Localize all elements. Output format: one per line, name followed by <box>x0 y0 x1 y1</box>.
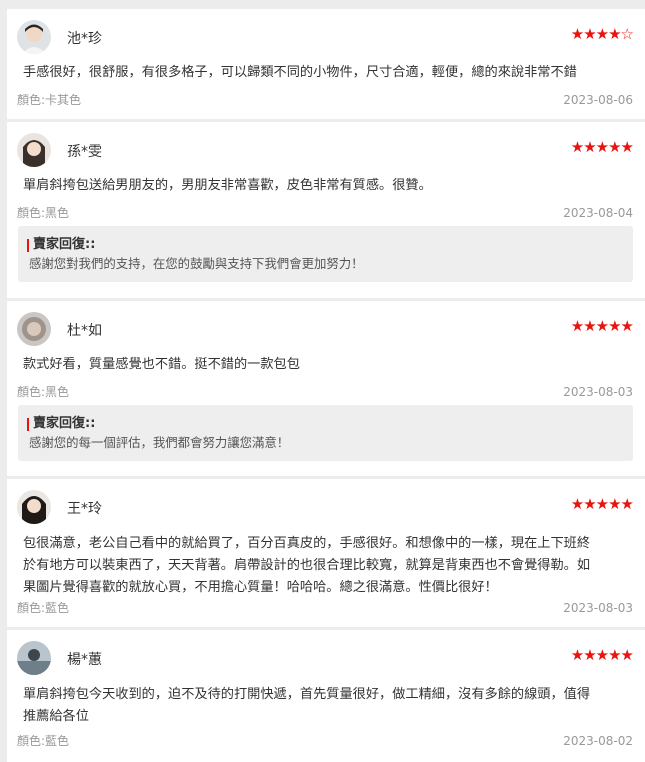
reply-accent-bar <box>27 239 29 252</box>
star-rating: ★★★★★ <box>570 495 634 513</box>
star-icon: ★ <box>620 646 634 664</box>
reviewer-name: 杜*如 <box>67 323 102 339</box>
star-rating: ★★★★★ <box>570 646 634 664</box>
star-icon: ★ <box>608 138 621 156</box>
avatar[interactable] <box>17 20 51 54</box>
review-date: 2023-08-06 <box>563 93 633 107</box>
variant-label: 顏色:藍色 <box>17 601 70 615</box>
star-icon: ★ <box>620 317 634 335</box>
avatar[interactable] <box>17 641 51 675</box>
review-card: 楊*蕙 ★★★★★ 單肩斜挎包今天收到的，迫不及待的打開快遞，首先質量很好，做工… <box>7 630 645 762</box>
reply-title: 賣家回復:: <box>33 416 96 431</box>
avatar[interactable] <box>17 133 51 167</box>
variant-label: 顏色:藍色 <box>17 734 70 748</box>
star-icon: ★ <box>570 646 584 664</box>
star-rating: ★★★★★ <box>570 317 634 335</box>
star-icon: ★ <box>583 646 596 664</box>
star-icon: ★ <box>608 317 621 335</box>
review-text-line: 單肩斜挎包今天收到的，迫不及待的打開快遞，首先質量很好，做工精細，沒有多餘的線頭… <box>23 687 591 702</box>
star-icon: ★ <box>608 25 621 43</box>
review-text: 款式好看，質量感覺也不錯。挺不錯的一款包包 <box>23 357 300 372</box>
variant-label: 顏色:黑色 <box>17 206 70 220</box>
seller-reply: 賣家回復:: 感謝您的每一個評估，我們都會努力讓您滿意！ <box>18 405 633 461</box>
star-icon: ★ <box>570 25 584 43</box>
review-text-line: 推薦給各位 <box>23 709 89 724</box>
reviewer-name: 王*玲 <box>67 501 102 517</box>
reviewer-name: 孫*雯 <box>67 144 102 160</box>
star-icon: ★ <box>595 317 609 335</box>
seller-reply: 賣家回復:: 感謝您對我們的支持，在您的鼓勵與支持下我們會更加努力！ <box>18 226 633 282</box>
review-text: 單肩斜挎包今天收到的，迫不及待的打開快遞，首先質量很好，做工精細，沒有多餘的線頭… <box>23 684 633 728</box>
review-date: 2023-08-04 <box>563 206 633 220</box>
avatar[interactable] <box>17 312 51 346</box>
reviewer-name: 楊*蕙 <box>67 652 102 668</box>
reviews-page: 池*珍 ★★★★☆ 手感很好，很舒服，有很多格子，可以歸類不同的小物件，尺寸合適… <box>0 0 645 762</box>
star-icon: ★ <box>595 646 609 664</box>
review-text-line: 於有地方可以裝東西了，天天背著。肩帶設計的也很合理比較寬，就算是背東西也不會覺得… <box>23 558 591 573</box>
variant-label: 顏色:卡其色 <box>17 93 82 107</box>
star-icon: ★ <box>583 25 596 43</box>
review-date: 2023-08-03 <box>563 385 633 399</box>
variant-label: 顏色:黑色 <box>17 385 70 399</box>
star-icon: ★ <box>595 495 609 513</box>
star-icon: ★ <box>620 138 634 156</box>
review-text: 單肩斜挎包送給男朋友的，男朋友非常喜歡，皮色非常有質感。很贊。 <box>23 178 432 193</box>
review-text: 手感很好，很舒服，有很多格子，可以歸類不同的小物件，尺寸合適，輕便，總的來說非常… <box>23 65 577 80</box>
star-icon: ★ <box>570 495 584 513</box>
review-text: 包很滿意，老公自己看中的就給買了，百分百真皮的，手感很好。和想像中的一樣，現在上… <box>23 533 633 599</box>
avatar[interactable] <box>17 490 51 524</box>
star-icon: ★ <box>620 495 634 513</box>
star-icon: ★ <box>595 25 609 43</box>
star-icon: ★ <box>608 495 621 513</box>
star-empty-icon: ☆ <box>620 25 634 43</box>
reply-accent-bar <box>27 418 29 431</box>
star-icon: ★ <box>570 317 584 335</box>
review-card: 杜*如 ★★★★★ 款式好看，質量感覺也不錯。挺不錯的一款包包 顏色:黑色 20… <box>7 301 645 476</box>
star-icon: ★ <box>608 646 621 664</box>
star-rating: ★★★★★ <box>570 138 634 156</box>
star-icon: ★ <box>583 138 596 156</box>
star-icon: ★ <box>583 495 596 513</box>
review-card: 王*玲 ★★★★★ 包很滿意，老公自己看中的就給買了，百分百真皮的，手感很好。和… <box>7 479 645 627</box>
star-icon: ★ <box>595 138 609 156</box>
review-date: 2023-08-02 <box>563 734 633 748</box>
review-card: 孫*雯 ★★★★★ 單肩斜挎包送給男朋友的，男朋友非常喜歡，皮色非常有質感。很贊… <box>7 122 645 298</box>
reply-text: 感謝您對我們的支持，在您的鼓勵與支持下我們會更加努力！ <box>29 256 364 271</box>
reviewer-name: 池*珍 <box>67 31 102 47</box>
star-icon: ★ <box>570 138 584 156</box>
review-text-line: 果圖片覺得喜歡的就放心買，不用擔心質量！哈哈哈。總之很滿意。性價比很好！ <box>23 580 498 595</box>
review-card: 池*珍 ★★★★☆ 手感很好，很舒服，有很多格子，可以歸類不同的小物件，尺寸合適… <box>7 9 645 119</box>
reply-text: 感謝您的每一個評估，我們都會努力讓您滿意！ <box>29 435 290 450</box>
review-text-line: 包很滿意，老公自己看中的就給買了，百分百真皮的，手感很好。和想像中的一樣，現在上… <box>23 536 591 551</box>
reply-title: 賣家回復:: <box>33 237 96 252</box>
star-rating: ★★★★☆ <box>570 25 634 43</box>
star-icon: ★ <box>583 317 596 335</box>
review-date: 2023-08-03 <box>563 601 633 615</box>
